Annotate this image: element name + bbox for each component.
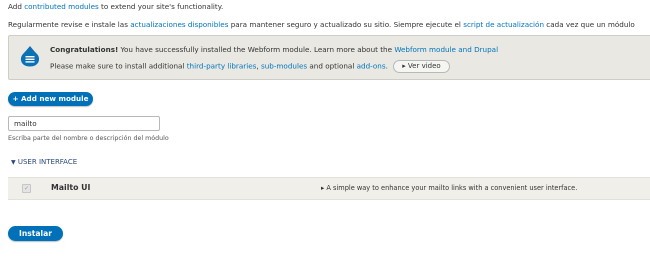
intro-line-2: Regularmente revise e instale las actual… [8,20,635,29]
module-checkbox[interactable]: ✓ [22,184,31,193]
intro-text: Regularmente revise e instale las [8,20,131,29]
caret-down-icon: ▼ [11,159,16,166]
message-text: Please make sure to install additional [50,61,187,71]
drupal-drop-icon [20,46,40,67]
module-name: Mailto UI [51,183,91,192]
intro-text: para mantener seguro y actualizado su si… [228,20,464,29]
add-ons-link[interactable]: add-ons [357,62,386,71]
status-message: Congratulations! You have successfully i… [8,35,650,80]
contributed-modules-link[interactable]: contributed modules [24,2,99,11]
intro-text: Add [8,2,25,11]
message-text: . [385,61,388,71]
webform-drupal-link[interactable]: Webform module and Drupal [394,45,498,54]
category-title: USER INTERFACE [17,158,78,166]
intro-text: cada vez que un módulo [544,20,635,29]
message-text: and optional [307,61,357,71]
message-line-2: Please make sure to install additional t… [50,60,450,73]
message-strong: Congratulations! [50,45,119,54]
add-new-module-button[interactable]: + Add new module [8,92,93,106]
module-filter-input[interactable]: mailto [8,116,160,131]
intro-text: to extend your site's functionality. [98,2,224,11]
message-line-1: Congratulations! You have successfully i… [50,45,498,54]
install-button[interactable]: Instalar [8,226,63,241]
table-row: ✓ Mailto UI ▸ A simple way to enhance yo… [8,177,650,200]
watch-video-button[interactable]: ▸ Ver video [393,60,450,73]
message-text: You have successfully installed the Webf… [118,45,395,54]
module-description-toggle[interactable]: ▸ A simple way to enhance your mailto li… [321,184,577,192]
category-toggle[interactable]: ▼ USER INTERFACE [11,158,77,166]
update-script-link[interactable]: script de actualización [463,20,544,29]
intro-line-1: Add contributed modules to extend your s… [8,2,223,11]
available-updates-link[interactable]: actualizaciones disponibles [130,20,228,29]
filter-description: Escriba parte del nombre o descripción d… [8,135,169,142]
third-party-libraries-link[interactable]: third-party libraries [187,62,257,71]
sub-modules-link[interactable]: sub-modules [261,62,307,71]
